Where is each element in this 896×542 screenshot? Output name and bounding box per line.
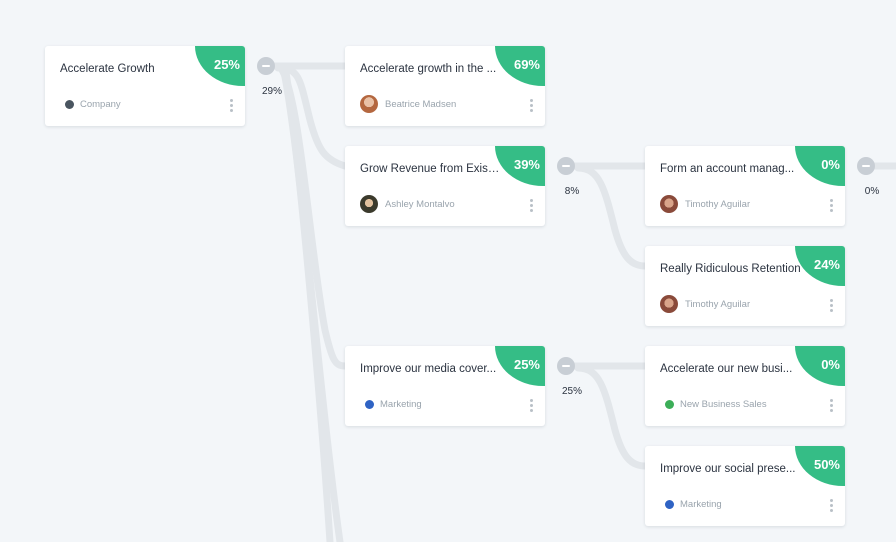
more-options-icon[interactable]: [828, 199, 834, 215]
goal-title[interactable]: Grow Revenue from Exist...: [360, 163, 500, 175]
collapse-toggle-button[interactable]: [857, 157, 875, 175]
children-progress-label: 0%: [864, 186, 880, 197]
goal-owner: Timothy Aguilar: [660, 295, 750, 313]
goal-card-accelerate-growth-in[interactable]: Accelerate growth in the ... 69% Beatric…: [345, 46, 545, 126]
goal-card-accelerate-growth[interactable]: Accelerate Growth 25% Company: [45, 46, 245, 126]
avatar: [360, 195, 378, 213]
progress-badge: 69%: [495, 46, 545, 86]
goal-title[interactable]: Really Ridiculous Retention: [660, 263, 815, 275]
owner-label: Marketing: [380, 398, 422, 410]
owner-label: Ashley Montalvo: [385, 198, 455, 210]
goal-owner: Timothy Aguilar: [660, 195, 750, 213]
progress-badge: 39%: [495, 146, 545, 186]
more-options-icon[interactable]: [228, 99, 234, 115]
goal-title[interactable]: Accelerate growth in the ...: [360, 63, 500, 75]
goal-owner: Marketing: [360, 395, 422, 413]
owner-label: Marketing: [680, 498, 722, 510]
minus-icon: [562, 165, 570, 167]
owner-label: Beatrice Madsen: [385, 98, 457, 110]
progress-badge: 24%: [795, 246, 845, 286]
goal-card-grow-revenue[interactable]: Grow Revenue from Exist... 39% Ashley Mo…: [345, 146, 545, 226]
owner-label: Company: [80, 98, 121, 110]
goal-owner: New Business Sales: [660, 395, 767, 413]
children-progress-label: 25%: [561, 386, 582, 397]
minus-icon: [262, 65, 270, 67]
more-options-icon[interactable]: [828, 299, 834, 315]
team-dot-icon: [65, 99, 74, 109]
more-options-icon[interactable]: [528, 99, 534, 115]
goal-owner: Marketing: [660, 495, 722, 513]
progress-badge: 25%: [495, 346, 545, 386]
progress-badge: 0%: [795, 146, 845, 186]
goal-card-form-account[interactable]: Form an account manag... 0% Timothy Agui…: [645, 146, 845, 226]
goal-owner: Beatrice Madsen: [360, 95, 456, 113]
team-dot-icon: [665, 499, 674, 509]
avatar: [360, 95, 378, 113]
progress-badge: 0%: [795, 346, 845, 386]
children-progress-label: 8%: [564, 186, 580, 197]
progress-badge: 25%: [195, 46, 245, 86]
goal-card-retention[interactable]: Really Ridiculous Retention 24% Timothy …: [645, 246, 845, 326]
progress-badge: 50%: [795, 446, 845, 486]
goal-title[interactable]: Improve our media cover...: [360, 363, 500, 375]
goal-title[interactable]: Form an account manag...: [660, 163, 800, 175]
minus-icon: [562, 365, 570, 367]
avatar: [660, 195, 678, 213]
goal-card-improve-social[interactable]: Improve our social prese... 50% Marketin…: [645, 446, 845, 526]
more-options-icon[interactable]: [828, 399, 834, 415]
owner-label: New Business Sales: [680, 398, 767, 410]
collapse-toggle-button[interactable]: [557, 157, 575, 175]
avatar: [660, 295, 678, 313]
team-dot-icon: [665, 399, 674, 409]
collapse-toggle-button[interactable]: [257, 57, 275, 75]
goal-title[interactable]: Accelerate Growth: [60, 63, 200, 75]
goal-card-accelerate-new-business[interactable]: Accelerate our new busi... 0% New Busine…: [645, 346, 845, 426]
goal-card-improve-media[interactable]: Improve our media cover... 25% Marketing: [345, 346, 545, 426]
more-options-icon[interactable]: [528, 199, 534, 215]
minus-icon: [862, 165, 870, 167]
goal-title[interactable]: Accelerate our new busi...: [660, 363, 800, 375]
collapse-toggle-button[interactable]: [557, 357, 575, 375]
goal-title[interactable]: Improve our social prese...: [660, 463, 800, 475]
more-options-icon[interactable]: [528, 399, 534, 415]
owner-label: Timothy Aguilar: [685, 198, 751, 210]
goal-owner: Company: [60, 95, 121, 113]
more-options-icon[interactable]: [828, 499, 834, 515]
team-dot-icon: [365, 399, 374, 409]
children-progress-label: 29%: [261, 86, 282, 97]
goal-owner: Ashley Montalvo: [360, 195, 455, 213]
owner-label: Timothy Aguilar: [685, 298, 751, 310]
